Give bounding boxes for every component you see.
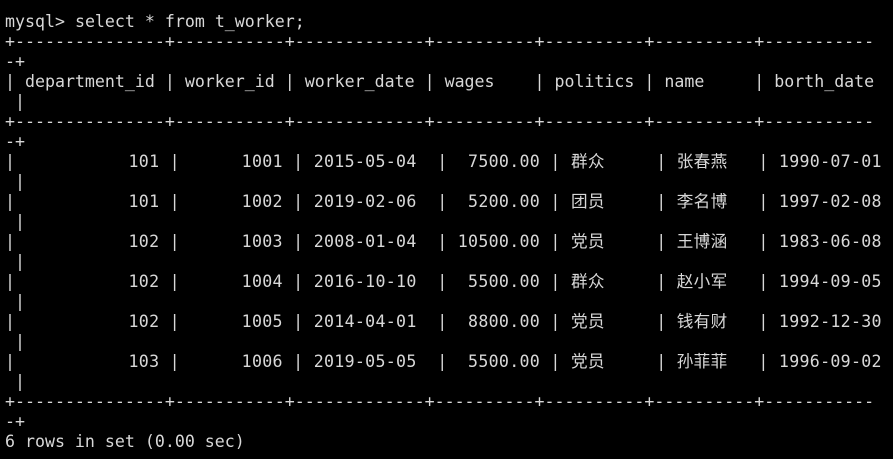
- table-row-wrap: |: [5, 292, 25, 311]
- terminal-window[interactable]: mysql> select * from t_worker; +--------…: [0, 0, 893, 459]
- table-border-mid-wrap: -+: [5, 132, 25, 151]
- sql-command: select * from t_worker;: [74, 12, 305, 31]
- table-header-wrap: |: [5, 92, 25, 111]
- table-row-wrap: |: [5, 372, 25, 391]
- mysql-prompt: mysql>: [5, 12, 65, 31]
- table-border-bottom: +---------------+-----------+-----------…: [5, 392, 875, 411]
- table-row: | 102 | 1005 | 2014-04-01 | 8800.00 | 党员…: [5, 312, 882, 331]
- table-border-bottom-wrap: -+: [5, 412, 25, 431]
- result-status: 6 rows in set (0.00 sec): [5, 432, 245, 451]
- table-row: | 101 | 1001 | 2015-05-04 | 7500.00 | 群众…: [5, 152, 882, 171]
- table-border-top-wrap: -+: [5, 52, 25, 71]
- command-line: mysql> select * from t_worker;: [5, 12, 305, 32]
- table-row: | 101 | 1002 | 2019-02-06 | 5200.00 | 团员…: [5, 192, 882, 211]
- table-row-wrap: |: [5, 332, 25, 351]
- table-header: | department_id | worker_id | worker_dat…: [5, 72, 875, 91]
- table-row: | 103 | 1006 | 2019-05-05 | 5500.00 | 党员…: [5, 352, 882, 371]
- table-row-wrap: |: [5, 172, 25, 191]
- table-row: | 102 | 1004 | 2016-10-10 | 5500.00 | 群众…: [5, 272, 882, 291]
- table-row-wrap: |: [5, 212, 25, 231]
- table-border-mid: +---------------+-----------+-----------…: [5, 112, 875, 131]
- table-row: | 102 | 1003 | 2008-01-04 | 10500.00 | 党…: [5, 232, 882, 251]
- table-row-wrap: |: [5, 252, 25, 271]
- table-border-top: +---------------+-----------+-----------…: [5, 32, 875, 51]
